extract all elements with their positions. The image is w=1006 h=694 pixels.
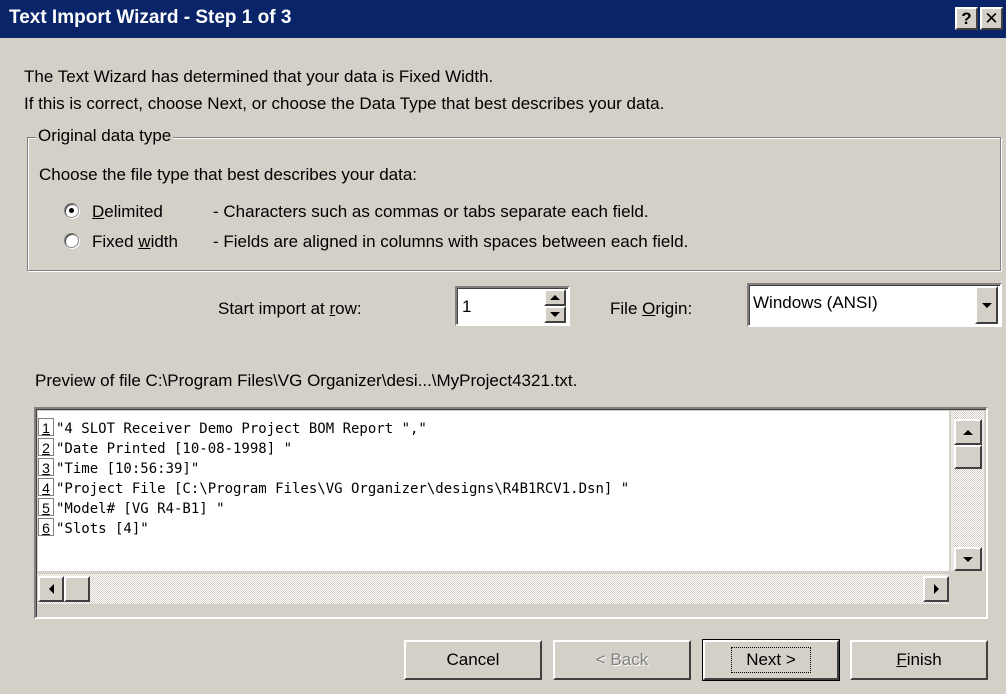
radio-selected-dot (69, 208, 74, 213)
arrow-down-icon (963, 556, 973, 562)
group-legend: Original data type (36, 126, 174, 146)
preview-row: 5 "Model# [VG R4-B1] " (38, 498, 225, 518)
file-origin-select[interactable]: Windows (ANSI) (747, 283, 1002, 327)
scroll-down-button[interactable] (954, 547, 982, 571)
radio-fixed-width-indicator[interactable] (64, 233, 79, 248)
intro-line-2: If this is correct, choose Next, or choo… (24, 94, 665, 113)
vertical-scroll-thumb[interactable] (954, 445, 982, 469)
arrow-right-icon (933, 584, 939, 594)
preview-row: 4 "Project File [C:\Program Files\VG Orga… (38, 478, 629, 498)
row-text: "Model# [VG R4-B1] " (56, 501, 225, 517)
row-number: 2 (38, 438, 54, 456)
next-button-label: Next > (731, 647, 811, 673)
arrow-up-icon (963, 429, 973, 435)
preview-content: 1 "4 SLOT Receiver Demo Project BOM Repor… (38, 411, 949, 571)
cancel-button[interactable]: Cancel (404, 640, 542, 680)
close-icon: ✕ (984, 9, 999, 28)
spin-up-icon (550, 295, 560, 300)
scroll-left-button[interactable] (38, 576, 64, 602)
next-button[interactable]: Next > (702, 639, 840, 681)
preview-row: 6 "Slots [4]" (38, 518, 149, 538)
intro-line-1: The Text Wizard has determined that your… (24, 67, 494, 86)
preview-row: 1 "4 SLOT Receiver Demo Project BOM Repor… (38, 418, 427, 438)
row-number: 3 (38, 458, 54, 476)
radio-delimited-indicator[interactable] (64, 203, 79, 218)
chevron-down-icon (981, 302, 992, 308)
finish-button[interactable]: Finish (850, 640, 988, 680)
help-button[interactable]: ? (955, 7, 978, 30)
row-number: 6 (38, 518, 54, 536)
window-title: Text Import Wizard - Step 1 of 3 (9, 7, 292, 28)
cancel-button-label: Cancel (446, 650, 500, 669)
file-origin-value: Windows (ANSI) (753, 293, 878, 312)
start-row-spinner: 1 (455, 286, 570, 326)
fixed-width-description: - Fields are aligned in columns with spa… (213, 232, 689, 251)
preview-caption: Preview of file C:\Program Files\VG Orga… (35, 371, 578, 390)
delimited-description: - Characters such as commas or tabs sepa… (213, 202, 649, 221)
file-type-prompt: Choose the file type that best describes… (39, 165, 418, 184)
radio-fixed-width-label[interactable]: Fixed width (92, 232, 178, 252)
row-text: "Project File [C:\Program Files\VG Organ… (56, 481, 630, 497)
row-number: 1 (38, 418, 54, 436)
row-number: 5 (38, 498, 54, 516)
preview-row: 3 "Time [10:56:39]" (38, 458, 199, 478)
row-text: "4 SLOT Receiver Demo Project BOM Report… (56, 421, 427, 437)
row-text: "Slots [4]" (56, 521, 149, 537)
spin-up-button[interactable] (544, 289, 566, 306)
spin-down-icon (550, 312, 560, 317)
next-button-face[interactable]: Next > (703, 640, 839, 680)
back-button[interactable]: < Back (553, 640, 691, 680)
vertical-scrollbar[interactable] (951, 411, 984, 571)
preview-panel: 1 "4 SLOT Receiver Demo Project BOM Repor… (34, 407, 988, 619)
arrow-left-icon (48, 584, 54, 594)
preview-row: 2 "Date Printed [10-08-1998] " (38, 438, 292, 458)
file-origin-dropdown-button[interactable] (975, 286, 998, 324)
file-origin-label: File Origin: (610, 299, 693, 318)
close-button[interactable]: ✕ (980, 7, 1003, 30)
start-row-label: Start import at row: (218, 299, 362, 318)
horizontal-scrollbar[interactable] (38, 574, 949, 604)
finish-button-label: Finish (896, 650, 942, 669)
back-button-label: < Back (595, 650, 649, 669)
help-icon: ? (961, 9, 972, 28)
row-text: "Date Printed [10-08-1998] " (56, 441, 293, 457)
scroll-up-button[interactable] (954, 419, 982, 445)
row-text: "Time [10:56:39]" (56, 461, 200, 477)
scroll-right-button[interactable] (923, 576, 949, 602)
start-row-input[interactable]: 1 (462, 297, 471, 317)
spin-down-button[interactable] (544, 306, 566, 323)
radio-delimited-label[interactable]: Delimited (92, 202, 163, 222)
row-number: 4 (38, 478, 54, 496)
horizontal-scroll-thumb[interactable] (64, 576, 90, 602)
